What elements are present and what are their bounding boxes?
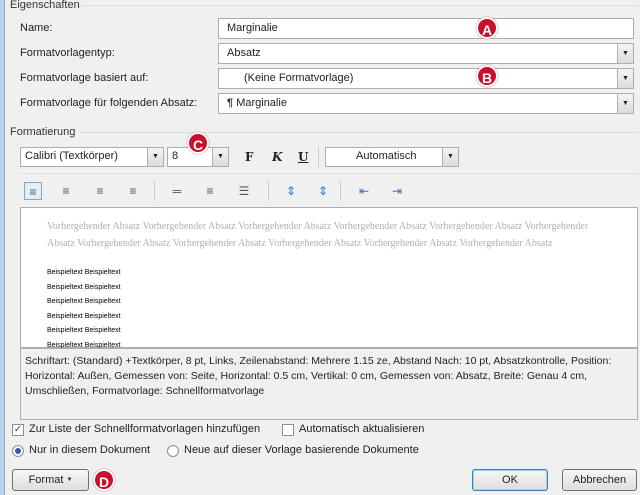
style-description: Schriftart: (Standard) +Textkörper, 8 pt… [20, 348, 638, 420]
typ-label: Formatvorlagentyp: [20, 47, 115, 59]
justify-icon[interactable]: ≡ [124, 182, 142, 200]
format-button[interactable]: Format ▼ [12, 469, 89, 491]
chevron-down-icon[interactable]: ▼ [617, 69, 633, 88]
add-quick-label: Zur Liste der Schnellformatvorlagen hinz… [29, 423, 261, 435]
preview-previous-paragraph: Vorhergehender Absatz Vorhergehender Abs… [47, 221, 589, 249]
callout-badge-d: D [93, 469, 115, 491]
ok-button[interactable]: OK [472, 469, 548, 491]
preview-sample: Beispieltext Beispieltext Beispieltext B… [21, 252, 637, 353]
divider [268, 181, 269, 201]
bold-button[interactable]: F [245, 150, 254, 164]
align-left-icon[interactable]: ≡ [24, 182, 42, 200]
divider [82, 5, 638, 6]
only-doc-label: Nur in diesem Dokument [29, 444, 151, 456]
folgend-label: Formatvorlage für folgenden Absatz: [20, 97, 198, 109]
font-select[interactable]: Calibri (Textkörper) ▼ [20, 147, 164, 167]
line-spacing-onehalf-icon[interactable]: ≡ [201, 182, 219, 200]
auto-update-checkbox[interactable] [282, 424, 294, 436]
sample-line: Beispieltext Beispieltext [47, 312, 121, 320]
name-input[interactable]: Marginalie [218, 18, 634, 39]
basiert-select[interactable]: (Keine Formatvorlage) ▼ [218, 68, 634, 89]
sample-line: Beispieltext Beispieltext [47, 269, 121, 276]
decrease-indent-icon[interactable]: ⇤ [355, 182, 373, 200]
callout-badge-b: B [476, 65, 498, 87]
chevron-down-icon[interactable]: ▼ [212, 148, 228, 166]
format-label: Format [28, 474, 64, 486]
divider [340, 181, 341, 201]
divider [20, 173, 638, 174]
add-quick-checkbox[interactable]: ✓ [12, 424, 24, 436]
line-spacing-single-icon[interactable]: ═ [168, 182, 186, 200]
font-value: Calibri (Textkörper) [25, 150, 118, 162]
new-docs-label: Neue auf dieser Vorlage basierende Dokum… [184, 444, 419, 456]
window-border [0, 0, 5, 495]
only-doc-radio[interactable] [12, 445, 24, 457]
sample-line: Beispieltext Beispieltext [47, 327, 121, 334]
callout-badge-a: A [476, 17, 498, 39]
divider [154, 181, 155, 201]
chevron-down-icon[interactable]: ▼ [617, 44, 633, 63]
space-after-icon[interactable]: ⇕ [314, 182, 332, 200]
basiert-value: (Keine Formatvorlage) [244, 72, 354, 84]
sample-line: Beispieltext Beispieltext [47, 283, 121, 291]
underline-button[interactable]: U [298, 150, 308, 164]
chevron-down-icon[interactable]: ▼ [617, 94, 633, 113]
group-eigenschaften-title: Eigenschaften [10, 0, 80, 11]
align-center-icon[interactable]: ≡ [57, 182, 75, 200]
color-value: Automatisch [356, 150, 417, 162]
folgend-select[interactable]: ¶ Marginalie ▼ [218, 93, 634, 114]
new-docs-radio[interactable] [167, 445, 179, 457]
group-formatierung-title: Formatierung [10, 126, 76, 138]
typ-select[interactable]: Absatz ▼ [218, 43, 634, 64]
divider [318, 147, 319, 167]
increase-indent-icon[interactable]: ⇥ [388, 182, 406, 200]
preview-pane: Vorhergehender Absatz Vorhergehender Abs… [20, 207, 638, 349]
line-spacing-double-icon[interactable]: ☰ [235, 182, 253, 200]
chevron-down-icon[interactable]: ▼ [147, 148, 163, 166]
auto-update-label: Automatisch aktualisieren [299, 423, 425, 435]
name-label: Name: [20, 22, 53, 34]
chevron-down-icon: ▼ [66, 477, 73, 484]
basiert-label: Formatvorlage basiert auf: [20, 72, 149, 84]
color-select[interactable]: Automatisch ▼ [325, 147, 459, 167]
align-right-icon[interactable]: ≡ [91, 182, 109, 200]
size-value: 8 [172, 150, 179, 162]
italic-button[interactable]: K [272, 150, 282, 164]
cancel-button[interactable]: Abbrechen [562, 469, 637, 491]
space-before-icon[interactable]: ⇕ [282, 182, 300, 200]
folgend-value: Marginalie [236, 97, 287, 109]
typ-value: Absatz [227, 47, 261, 59]
paragraph-icon: ¶ [227, 97, 234, 109]
divider [80, 132, 638, 133]
chevron-down-icon[interactable]: ▼ [442, 148, 458, 166]
sample-line: Beispieltext Beispieltext [47, 298, 121, 305]
callout-badge-c: C [187, 132, 209, 154]
